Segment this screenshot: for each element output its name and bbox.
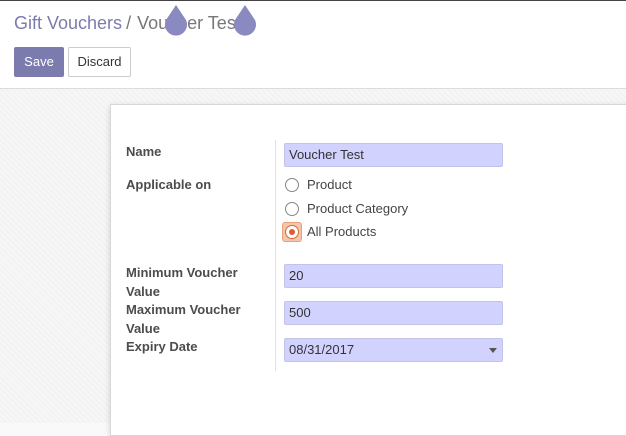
radio-button-checked[interactable] <box>285 225 299 239</box>
max-voucher-label: Maximum Voucher Value <box>126 300 266 338</box>
drag-marker-icon[interactable] <box>232 4 258 36</box>
dropdown-caret-icon[interactable] <box>489 348 497 353</box>
expiry-date-label: Expiry Date <box>126 339 198 354</box>
expiry-date-value: 08/31/2017 <box>289 342 355 357</box>
min-voucher-label-line1: Minimum Voucher <box>126 265 238 280</box>
save-button[interactable]: Save <box>14 47 64 77</box>
control-panel: Gift Vouchers / Voucher Test Save Discard <box>0 0 626 89</box>
radio-button[interactable] <box>285 202 299 216</box>
radio-label: Product Category <box>307 201 409 216</box>
name-input[interactable]: Voucher Test <box>284 143 503 167</box>
top-border <box>0 0 626 1</box>
discard-button[interactable]: Discard <box>68 47 131 77</box>
applicable-on-label: Applicable on <box>126 177 212 192</box>
drag-marker-icon[interactable] <box>163 4 189 36</box>
breadcrumb-gift-vouchers[interactable]: Gift Vouchers <box>14 13 122 33</box>
breadcrumb: Gift Vouchers / Voucher Test <box>14 13 241 34</box>
max-voucher-input[interactable]: 500 <box>284 301 503 325</box>
max-voucher-label-line2: Value <box>126 321 160 336</box>
radio-label: Product <box>307 177 352 192</box>
expiry-date-input[interactable]: 08/31/2017 <box>284 338 503 362</box>
min-voucher-label-line2: Value <box>126 284 160 299</box>
field-divider <box>275 140 276 371</box>
breadcrumb-separator: / <box>126 13 132 33</box>
min-voucher-label: Minimum Voucher Value <box>126 263 266 301</box>
name-label: Name <box>126 144 162 159</box>
max-voucher-label-line1: Maximum Voucher <box>126 302 241 317</box>
radio-button[interactable] <box>285 178 299 192</box>
min-voucher-input[interactable]: 20 <box>284 264 503 288</box>
radio-label: All Products <box>307 224 377 239</box>
